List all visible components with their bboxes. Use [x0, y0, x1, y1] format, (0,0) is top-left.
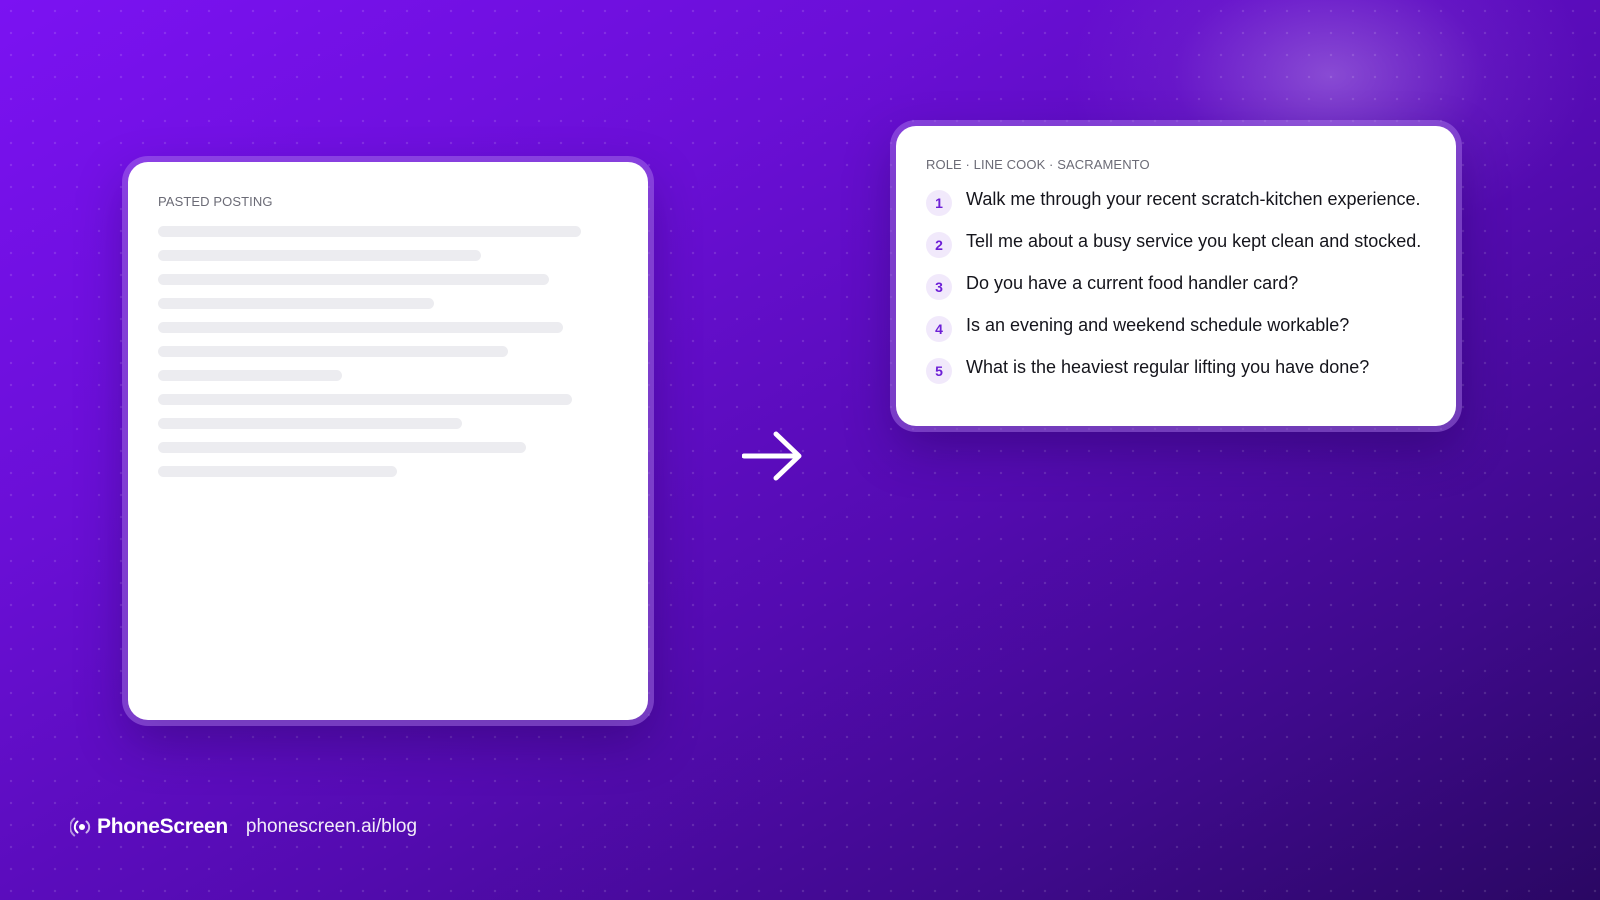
placeholder-line [158, 274, 549, 285]
placeholder-line [158, 346, 508, 357]
placeholder-line [158, 250, 481, 261]
question-number-badge: 5 [926, 358, 952, 384]
posting-placeholder-lines [158, 226, 581, 490]
question-text: Is an evening and weekend schedule worka… [966, 315, 1350, 335]
brand-logo[interactable]: PhoneScreen [70, 815, 228, 839]
placeholder-line [158, 226, 581, 237]
footer: PhoneScreen phonescreen.ai/blog [70, 815, 417, 839]
question-item: 3 Do you have a current food handler car… [926, 272, 1434, 300]
placeholder-line [158, 418, 462, 429]
arrow-right-icon [742, 431, 802, 481]
question-item: 4 Is an evening and weekend schedule wor… [926, 314, 1434, 342]
question-number-badge: 4 [926, 316, 952, 342]
question-item: 5 What is the heaviest regular lifting y… [926, 356, 1434, 384]
placeholder-line [158, 394, 572, 405]
blog-url-link[interactable]: phonescreen.ai/blog [246, 816, 417, 838]
placeholder-line [158, 370, 342, 381]
question-text: Do you have a current food handler card? [966, 273, 1299, 293]
question-text: Tell me about a busy service you kept cl… [966, 231, 1422, 251]
question-text: Walk me through your recent scratch-kitc… [966, 189, 1421, 209]
signal-waves-icon [70, 817, 91, 837]
question-number-badge: 3 [926, 274, 952, 300]
placeholder-line [158, 466, 397, 477]
placeholder-line [158, 298, 434, 309]
pasted-posting-label: PASTED POSTING [158, 194, 273, 209]
brand-name: PhoneScreen [97, 815, 228, 838]
role-label: ROLE · LINE COOK · SACRAMENTO [926, 157, 1150, 172]
question-text: What is the heaviest regular lifting you… [966, 357, 1370, 377]
pasted-posting-card: PASTED POSTING [128, 162, 648, 720]
question-item: 2 Tell me about a busy service you kept … [926, 230, 1434, 258]
question-list: 1 Walk me through your recent scratch-ki… [926, 188, 1434, 398]
placeholder-line [158, 442, 526, 453]
question-number-badge: 2 [926, 232, 952, 258]
placeholder-line [158, 322, 563, 333]
question-number-badge: 1 [926, 190, 952, 216]
question-item: 1 Walk me through your recent scratch-ki… [926, 188, 1434, 216]
screening-questions-card: ROLE · LINE COOK · SACRAMENTO 1 Walk me … [896, 126, 1456, 426]
